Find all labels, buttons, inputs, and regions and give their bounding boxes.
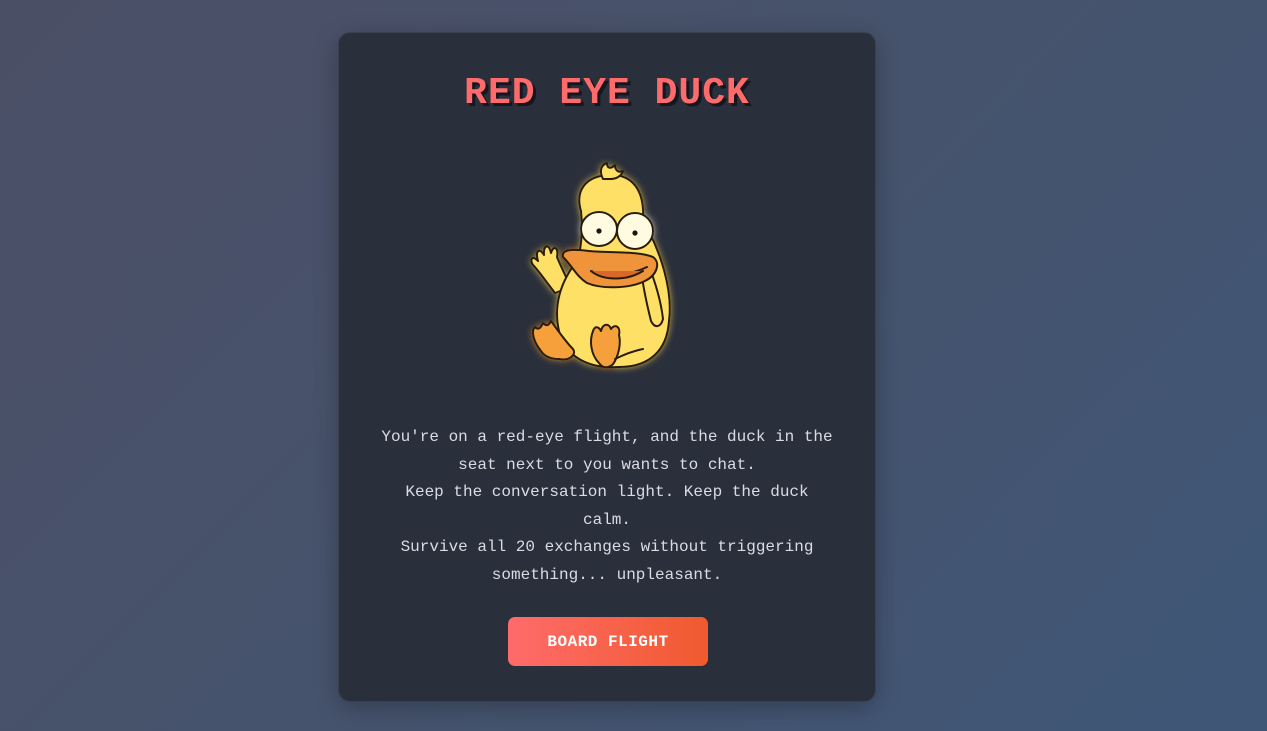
board-flight-button[interactable]: BOARD FLIGHT [508,617,708,666]
game-title: RED EYE DUCK [464,72,750,115]
duck-icon [530,162,671,369]
description-line-1: You're on a red-eye flight, and the duck… [381,428,833,474]
game-description: You're on a red-eye flight, and the duck… [379,424,835,590]
game-start-card: RED EYE DUCK You're on a red-eye flight,… [338,32,876,702]
duck-illustration [511,141,707,377]
description-line-2: Keep the conversation light. Keep the du… [405,483,809,529]
description-line-3: Survive all 20 exchanges without trigger… [400,538,814,584]
